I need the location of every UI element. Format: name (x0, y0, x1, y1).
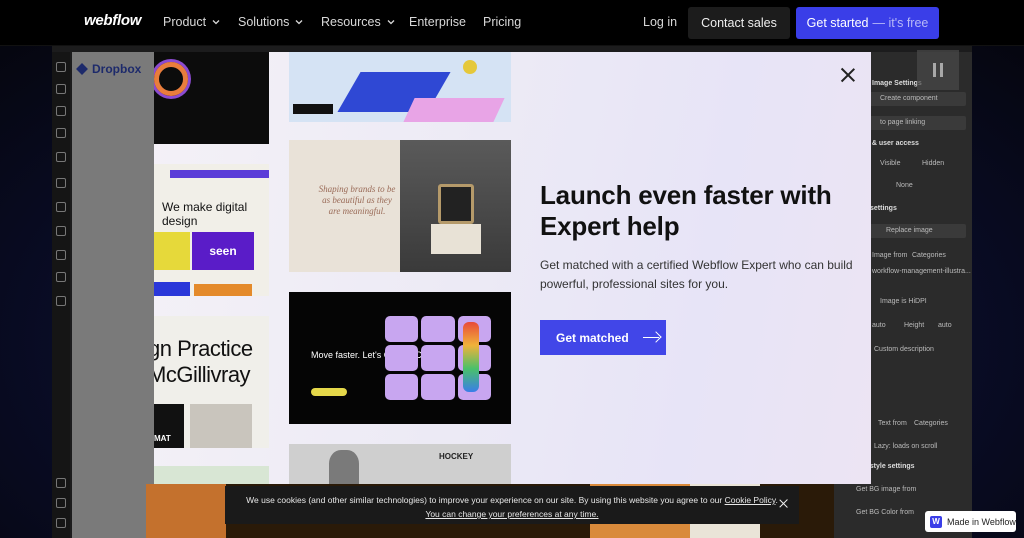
panel-row: Visible (880, 160, 901, 167)
panel-row: Hidden (922, 160, 945, 167)
panel-row: Categories (914, 420, 948, 427)
thumbnail-hockey: HOCKEY (289, 444, 511, 484)
nav-item-enterprise[interactable]: Enterprise (409, 15, 466, 29)
collab-icon (56, 518, 66, 528)
panel-row: Custom description (874, 346, 934, 353)
thumbnail-shaping-brands: Shaping brands to be as beautiful as the… (289, 140, 511, 272)
close-icon[interactable] (840, 67, 856, 83)
nav-item-resources[interactable]: Resources (321, 15, 396, 29)
close-icon[interactable] (779, 499, 788, 508)
thumbnail-text: Shaping brands to be as beautiful as the… (318, 184, 396, 216)
cms-icon (56, 152, 66, 162)
nav-item-label: Pricing (483, 15, 522, 29)
pause-button[interactable] (917, 50, 959, 90)
nav-item-pricing[interactable]: Pricing (483, 15, 521, 29)
made-in-webflow-badge[interactable]: W Made in Webflow (925, 511, 1016, 532)
nav-item-label: Solutions (238, 15, 290, 29)
panel-row: None (896, 182, 913, 189)
chevron-down-icon (295, 20, 303, 25)
arrow-right-icon (642, 333, 661, 343)
get-matched-label: Get matched (556, 330, 629, 345)
dropbox-label: Dropbox (92, 62, 142, 76)
panel-row: y & user access (866, 140, 919, 147)
cookie-text: We use cookies (and other similar techno… (246, 495, 723, 505)
assets-icon (56, 250, 66, 260)
get-started-label: Get started (806, 16, 869, 30)
webflow-icon: W (930, 515, 942, 528)
cookie-preferences-link[interactable]: You can change your preferences at any t… (425, 509, 598, 519)
panel-row: Get BG Color from (856, 509, 914, 516)
logic-icon (56, 178, 66, 188)
panel-row: Replace image (886, 227, 933, 234)
cookie-banner: We use cookies (and other similar techno… (225, 486, 799, 524)
thumbnail-digital-design: We make digital design seen (154, 164, 269, 296)
nav-item-label: Resources (321, 15, 381, 29)
thumbnail-strip (154, 466, 269, 484)
panel-row: Lazy: loads on scroll (874, 443, 938, 450)
nav-item-solutions[interactable]: Solutions (238, 15, 304, 29)
cookie-text-end: . (775, 495, 778, 505)
thumbnail-text: seen (192, 232, 254, 270)
users-icon (56, 202, 66, 212)
modal-title: Launch even faster with Expert help (540, 180, 832, 241)
thumbnail-collage (289, 52, 511, 122)
thumbnail-dark-ring (154, 52, 269, 144)
get-matched-button[interactable]: Get matched (540, 320, 666, 355)
panel-row: Text from (878, 420, 907, 427)
panel-row: Height (904, 322, 925, 329)
thumbnail-text: gn Practice McGillivray (154, 336, 253, 387)
contact-sales-button[interactable]: Contact sales (688, 7, 790, 39)
chevron-down-icon (387, 20, 395, 25)
modal-description: Get matched with a certified Webflow Exp… (540, 258, 853, 291)
thumbnail-text: MAT (154, 404, 184, 448)
cookie-policy-link[interactable]: Cookie Policy (725, 495, 776, 505)
thumbnail-design-practice: gn Practice McGillivray MAT (154, 316, 269, 448)
thumbnail-text: HOCKEY (439, 452, 474, 461)
panel-row: Create component (880, 95, 938, 102)
panel-row: settings (870, 205, 897, 212)
login-link[interactable]: Log in (643, 15, 677, 29)
panel-row: Categories (912, 252, 946, 259)
activity-icon (56, 296, 66, 306)
panel-row: auto (872, 322, 886, 329)
chevron-down-icon (212, 20, 220, 25)
thumbnail-cut-the-code: Move faster. Let's Cut the Code. (289, 292, 511, 424)
nav-item-product[interactable]: Product (163, 15, 221, 29)
panel-row: workflow-management-illustra... (872, 268, 971, 275)
check-icon (56, 478, 66, 488)
nav-item-label: Enterprise (409, 15, 466, 29)
cube-icon (56, 84, 66, 94)
top-navigation: webflow Product Solutions Resources Ente… (0, 0, 1024, 46)
pages-icon (56, 128, 66, 138)
panel-row: to page linking (880, 119, 926, 126)
panel-row: Get BG image from (856, 486, 917, 493)
settings-icon (56, 272, 66, 282)
nav-item-label: Product (163, 15, 207, 29)
search-icon (56, 498, 66, 508)
cart-icon (56, 226, 66, 236)
navigator-icon (56, 106, 66, 116)
get-started-button[interactable]: Get started — it's free (796, 7, 939, 39)
dropbox-icon (76, 63, 88, 75)
panel-row: auto (938, 322, 952, 329)
panel-row: Image is HiDPI (880, 298, 927, 305)
editor-left-rail (52, 52, 70, 538)
add-icon (56, 62, 66, 72)
panel-row: Image from (872, 252, 908, 259)
thumbnail-text: We make digital design (162, 200, 248, 228)
get-started-suffix: — it's free (872, 16, 929, 30)
badge-label: Made in Webflow (947, 516, 1016, 527)
canvas-image (146, 484, 226, 538)
webflow-logo[interactable]: webflow (84, 12, 141, 29)
canvas-preview-left: Dropbox (72, 52, 154, 538)
